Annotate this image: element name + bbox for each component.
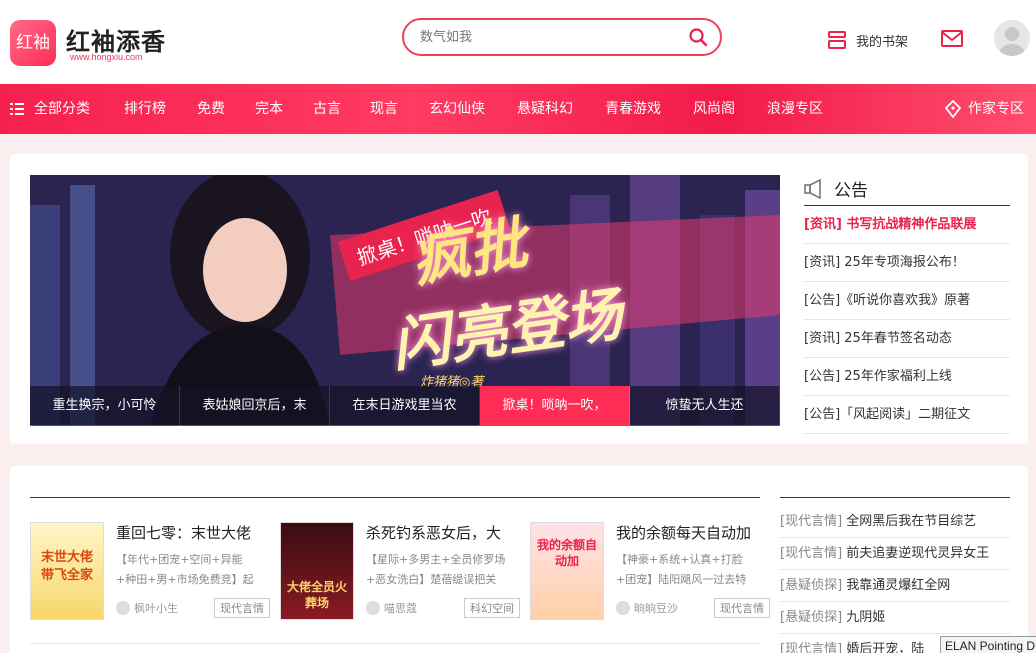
rank-title: 前夫追妻逆现代灵异女王 [846, 546, 990, 561]
book-title[interactable]: 我的余额每天自动加 [616, 522, 766, 543]
book-desc: 【年代+团宠+空间+异能+种田+男+市场免费竞】起于 [116, 553, 254, 586]
rank-title: 九阴姬 [846, 610, 886, 625]
nav-item-finished[interactable]: 完本 [255, 84, 283, 134]
menu-icon [10, 103, 24, 115]
nav-item-ancient[interactable]: 古言 [313, 84, 341, 134]
book-author: 枫叶小生 [116, 600, 178, 616]
tooltip: ELAN Pointing D [940, 636, 1036, 653]
bookshelf-label: 我的书架 [856, 34, 909, 50]
banner-tab[interactable]: 惊蛰无人生还 [630, 386, 780, 426]
site-header: 红袖 红袖添香 www.hongxiu.com 我的书架 [0, 0, 1036, 84]
rank-item[interactable]: [现代言情] 全网黑后我在节目综艺 [780, 506, 1010, 538]
book-author: 晌晌豆沙 [616, 600, 678, 616]
book-title[interactable]: 杀死钓系恶女后，大 [366, 522, 516, 543]
book-cover[interactable]: 末世大佬带飞全家 [30, 522, 104, 620]
rank-title: 婚后开宠，陆 [846, 642, 925, 653]
book-card[interactable]: 大佬全员火葬场 杀死钓系恶女后，大 【星际+多男主+全员修罗场+恶女洗白】楚蓓缇… [280, 522, 520, 622]
rank-item[interactable]: [悬疑侦探] 我靠通灵爆红全网 [780, 570, 1010, 602]
pen-icon [944, 100, 962, 118]
rank-title: 全网黑后我在节目综艺 [846, 514, 977, 529]
book-card[interactable]: 末世大佬带飞全家 重回七零：末世大佬 【年代+团宠+空间+异能+种田+男+市场免… [30, 522, 270, 622]
category-nav: 全部分类 排行榜 免费 完本 古言 现言 玄幻仙侠 悬疑科幻 青春游戏 风尚阁 … [0, 84, 1036, 134]
cover-text: 大佬全员火葬场 [287, 580, 348, 610]
nav-item-rank[interactable]: 排行榜 [124, 84, 166, 134]
book-author: 喵思蔻 [366, 600, 417, 616]
search-box [402, 18, 722, 56]
bookshelf-icon [828, 31, 846, 49]
nav-item-scifi[interactable]: 悬疑科幻 [517, 84, 573, 134]
book-cover[interactable]: 我的余额自动加 [530, 522, 604, 620]
rank-list: [现代言情] 全网黑后我在节目综艺 [现代言情] 前夫追妻逆现代灵异女王 [悬疑… [780, 506, 1010, 653]
divider [780, 497, 1010, 498]
notice-title: 公告 [834, 181, 868, 201]
author-name: 喵思蔻 [384, 602, 417, 615]
nav-item-youth[interactable]: 青春游戏 [605, 84, 661, 134]
author-zone-label: 作家专区 [968, 101, 1024, 117]
author-avatar-icon [616, 601, 630, 615]
cover-text: 末世大佬带飞全家 [40, 550, 93, 583]
rank-title: 我靠通灵爆红全网 [846, 578, 951, 593]
banner-tab[interactable]: 表姑娘回京后，末 [180, 386, 330, 426]
nav-item-fantasy[interactable]: 玄幻仙侠 [429, 84, 485, 134]
nav-all-label: 全部分类 [34, 101, 90, 117]
rank-category: [现代言情] [780, 642, 843, 653]
author-name: 晌晌豆沙 [634, 602, 678, 615]
bookshelf-link[interactable]: 我的书架 [826, 28, 908, 52]
notice-item[interactable]: [资讯] 25年专项海报公布！ [804, 244, 1010, 282]
divider [30, 643, 760, 644]
logo-mark[interactable]: 红袖 [10, 20, 56, 66]
nav-all-categories[interactable]: 全部分类 [10, 84, 90, 134]
banner-tabs: 重生换宗，小可怜 表姑娘回京后，末 在末日游戏里当农 掀桌！唢呐一吹， 惊蛰无人… [30, 386, 780, 426]
notice-item[interactable]: [公告] 25年作家福利上线 [804, 358, 1010, 396]
rank-category: [现代言情] [780, 546, 843, 561]
rank-category: [悬疑侦探] [780, 610, 843, 625]
book-tag[interactable]: 现代言情 [714, 598, 770, 618]
book-cover[interactable]: 大佬全员火葬场 [280, 522, 354, 620]
nav-item-romance[interactable]: 浪漫专区 [767, 84, 823, 134]
logo-url: www.hongxiu.com [70, 52, 143, 62]
banner-tab-active[interactable]: 掀桌！唢呐一吹， [480, 386, 630, 426]
banner-tab[interactable]: 重生换宗，小可怜 [30, 386, 180, 426]
avatar-icon [999, 27, 1025, 56]
megaphone-icon [804, 178, 821, 199]
nav-item-fashion[interactable]: 风尚阁 [693, 84, 735, 134]
author-avatar-icon [116, 601, 130, 615]
notice-item[interactable]: [公告]「风起阅读」二期征文 [804, 396, 1010, 434]
mail-icon[interactable] [940, 28, 964, 50]
search-input[interactable] [420, 27, 680, 47]
rank-item[interactable]: [现代言情] 前夫追妻逆现代灵异女王 [780, 538, 1010, 570]
notice-item[interactable]: [资讯] 书写抗战精神作品联展 [804, 206, 1010, 244]
notice-board: 公告 [资讯] 书写抗战精神作品联展 [资讯] 25年专项海报公布！ [公告]《… [804, 172, 1010, 434]
author-name: 枫叶小生 [134, 602, 178, 615]
divider [30, 497, 760, 498]
notice-item[interactable]: [资讯] 25年春节签名动态 [804, 320, 1010, 358]
notice-header: 公告 [804, 172, 1010, 206]
search-icon[interactable] [688, 27, 708, 47]
notice-item[interactable]: [公告]《听说你喜欢我》原著 [804, 282, 1010, 320]
banner-tab[interactable]: 在末日游戏里当农 [330, 386, 480, 426]
book-desc: 【神豪+系统+认真+打脸+团宠】陆阳飓风一过去特别， [616, 553, 747, 586]
rank-item[interactable]: [悬疑侦探] 九阴姬 [780, 602, 1010, 634]
rank-category: [悬疑侦探] [780, 578, 843, 593]
book-tag[interactable]: 现代言情 [214, 598, 270, 618]
author-avatar-icon [366, 601, 380, 615]
cover-text: 我的余额自动加 [537, 538, 598, 568]
book-card[interactable]: 我的余额自动加 我的余额每天自动加 【神豪+系统+认真+打脸+团宠】陆阳飓风一过… [530, 522, 770, 622]
nav-item-modern[interactable]: 现言 [370, 84, 398, 134]
rank-category: [现代言情] [780, 514, 843, 529]
nav-author-zone[interactable]: 作家专区 [944, 84, 1024, 134]
user-avatar[interactable] [994, 20, 1030, 56]
book-desc: 【星际+多男主+全员修罗场+恶女洗白】楚蓓缇误把关 [366, 553, 506, 586]
nav-item-free[interactable]: 免费 [197, 84, 225, 134]
book-tag[interactable]: 科幻空间 [464, 598, 520, 618]
book-title[interactable]: 重回七零：末世大佬 [116, 522, 266, 543]
